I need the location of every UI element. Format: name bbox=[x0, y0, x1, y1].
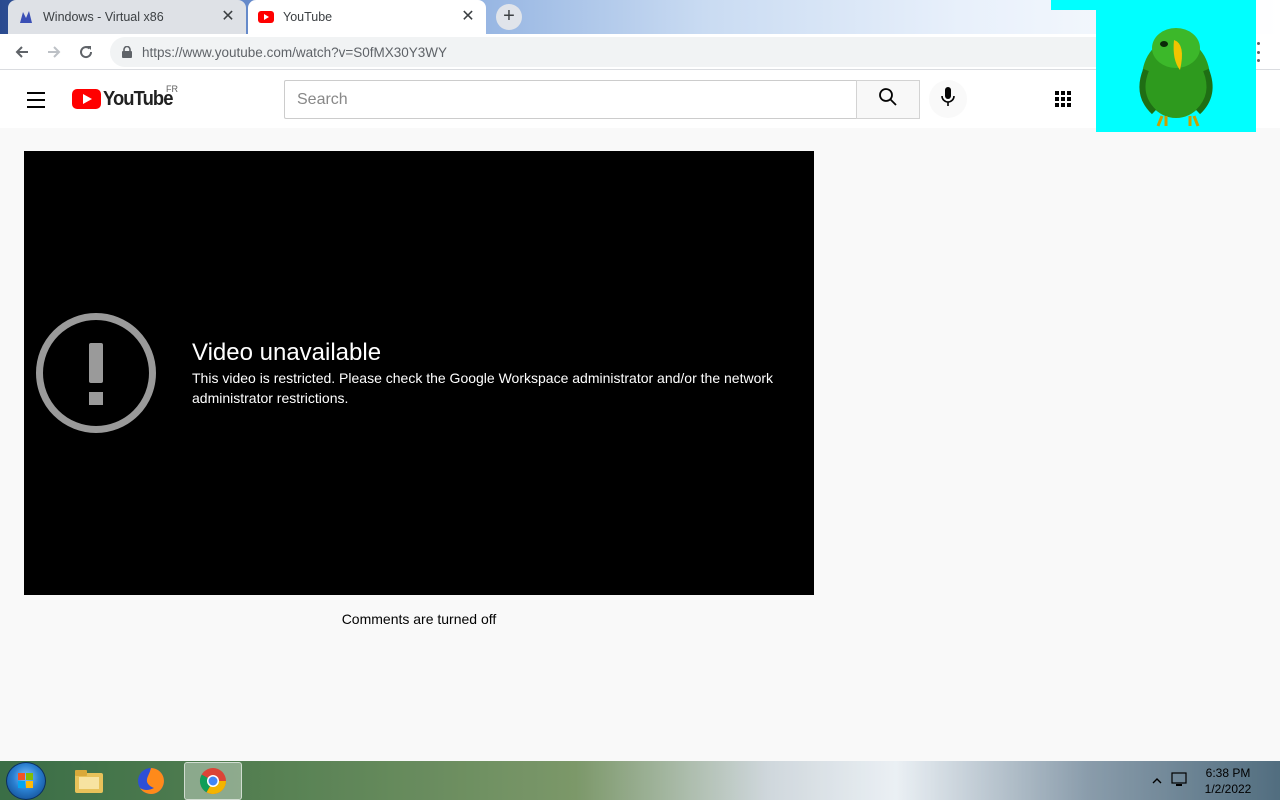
reload-icon[interactable] bbox=[74, 40, 98, 64]
search-input[interactable]: Search bbox=[284, 80, 857, 119]
back-icon[interactable] bbox=[10, 40, 34, 64]
clock-time: 6:38 PM bbox=[1205, 766, 1251, 780]
voice-search-button[interactable] bbox=[929, 80, 967, 118]
windows-taskbar: 6:38 PM 1/2/2022 bbox=[0, 761, 1280, 800]
error-message: This video is restricted. Please check t… bbox=[192, 370, 774, 406]
search-icon bbox=[878, 87, 898, 112]
microphone-icon bbox=[941, 86, 955, 112]
virtualbox-favicon-icon bbox=[18, 9, 34, 25]
new-tab-button[interactable]: + bbox=[496, 4, 522, 30]
youtube-wordmark: YouTube bbox=[103, 87, 173, 110]
forward-icon[interactable] bbox=[42, 40, 66, 64]
close-tab-icon[interactable]: ✕ bbox=[220, 9, 236, 25]
video-player[interactable]: Video unavailable This video is restrict… bbox=[24, 151, 814, 595]
tab-title: YouTube bbox=[283, 10, 333, 24]
address-bar[interactable]: https://www.youtube.com/watch?v=S0fMX30Y… bbox=[110, 37, 1110, 67]
network-icon[interactable] bbox=[1170, 771, 1188, 794]
youtube-masthead: YouTube FR Search bbox=[0, 70, 1280, 128]
youtube-play-icon bbox=[72, 89, 101, 109]
youtube-favicon-icon bbox=[258, 9, 274, 25]
close-tab-icon[interactable]: ✕ bbox=[460, 9, 476, 25]
chrome-taskbar-icon[interactable] bbox=[184, 762, 242, 800]
start-button[interactable] bbox=[6, 762, 46, 800]
comments-status: Comments are turned off bbox=[341, 611, 497, 627]
hamburger-menu-icon[interactable] bbox=[24, 89, 48, 109]
browser-toolbar: https://www.youtube.com/watch?v=S0fMX30Y… bbox=[0, 34, 1280, 70]
taskbar-clock[interactable]: 6:38 PM 1/2/2022 bbox=[1196, 765, 1260, 797]
region-code: FR bbox=[166, 84, 178, 94]
apps-grid-icon[interactable] bbox=[1053, 89, 1073, 109]
firefox-taskbar-icon[interactable] bbox=[122, 762, 180, 800]
search-button[interactable] bbox=[856, 80, 920, 119]
clock-date: 1/2/2022 bbox=[1204, 782, 1252, 796]
windows-logo-icon bbox=[18, 773, 33, 788]
file-explorer-taskbar-icon[interactable] bbox=[60, 762, 118, 800]
url-text: https://www.youtube.com/watch?v=S0fMX30Y… bbox=[142, 44, 448, 60]
tab-youtube[interactable]: YouTube ✕ bbox=[248, 0, 486, 34]
tab-title: Windows - Virtual x86 bbox=[43, 10, 164, 24]
parrot-overlay-image bbox=[1096, 0, 1256, 132]
overlay-strip bbox=[1051, 0, 1096, 10]
lock-icon[interactable] bbox=[120, 45, 134, 59]
show-hidden-icons-icon[interactable] bbox=[1152, 773, 1162, 791]
tab-virtual-x86[interactable]: Windows - Virtual x86 ✕ bbox=[8, 0, 246, 34]
error-title: Video unavailable bbox=[192, 339, 382, 366]
exclamation-icon bbox=[36, 313, 156, 433]
youtube-logo[interactable]: YouTube FR bbox=[72, 84, 179, 111]
